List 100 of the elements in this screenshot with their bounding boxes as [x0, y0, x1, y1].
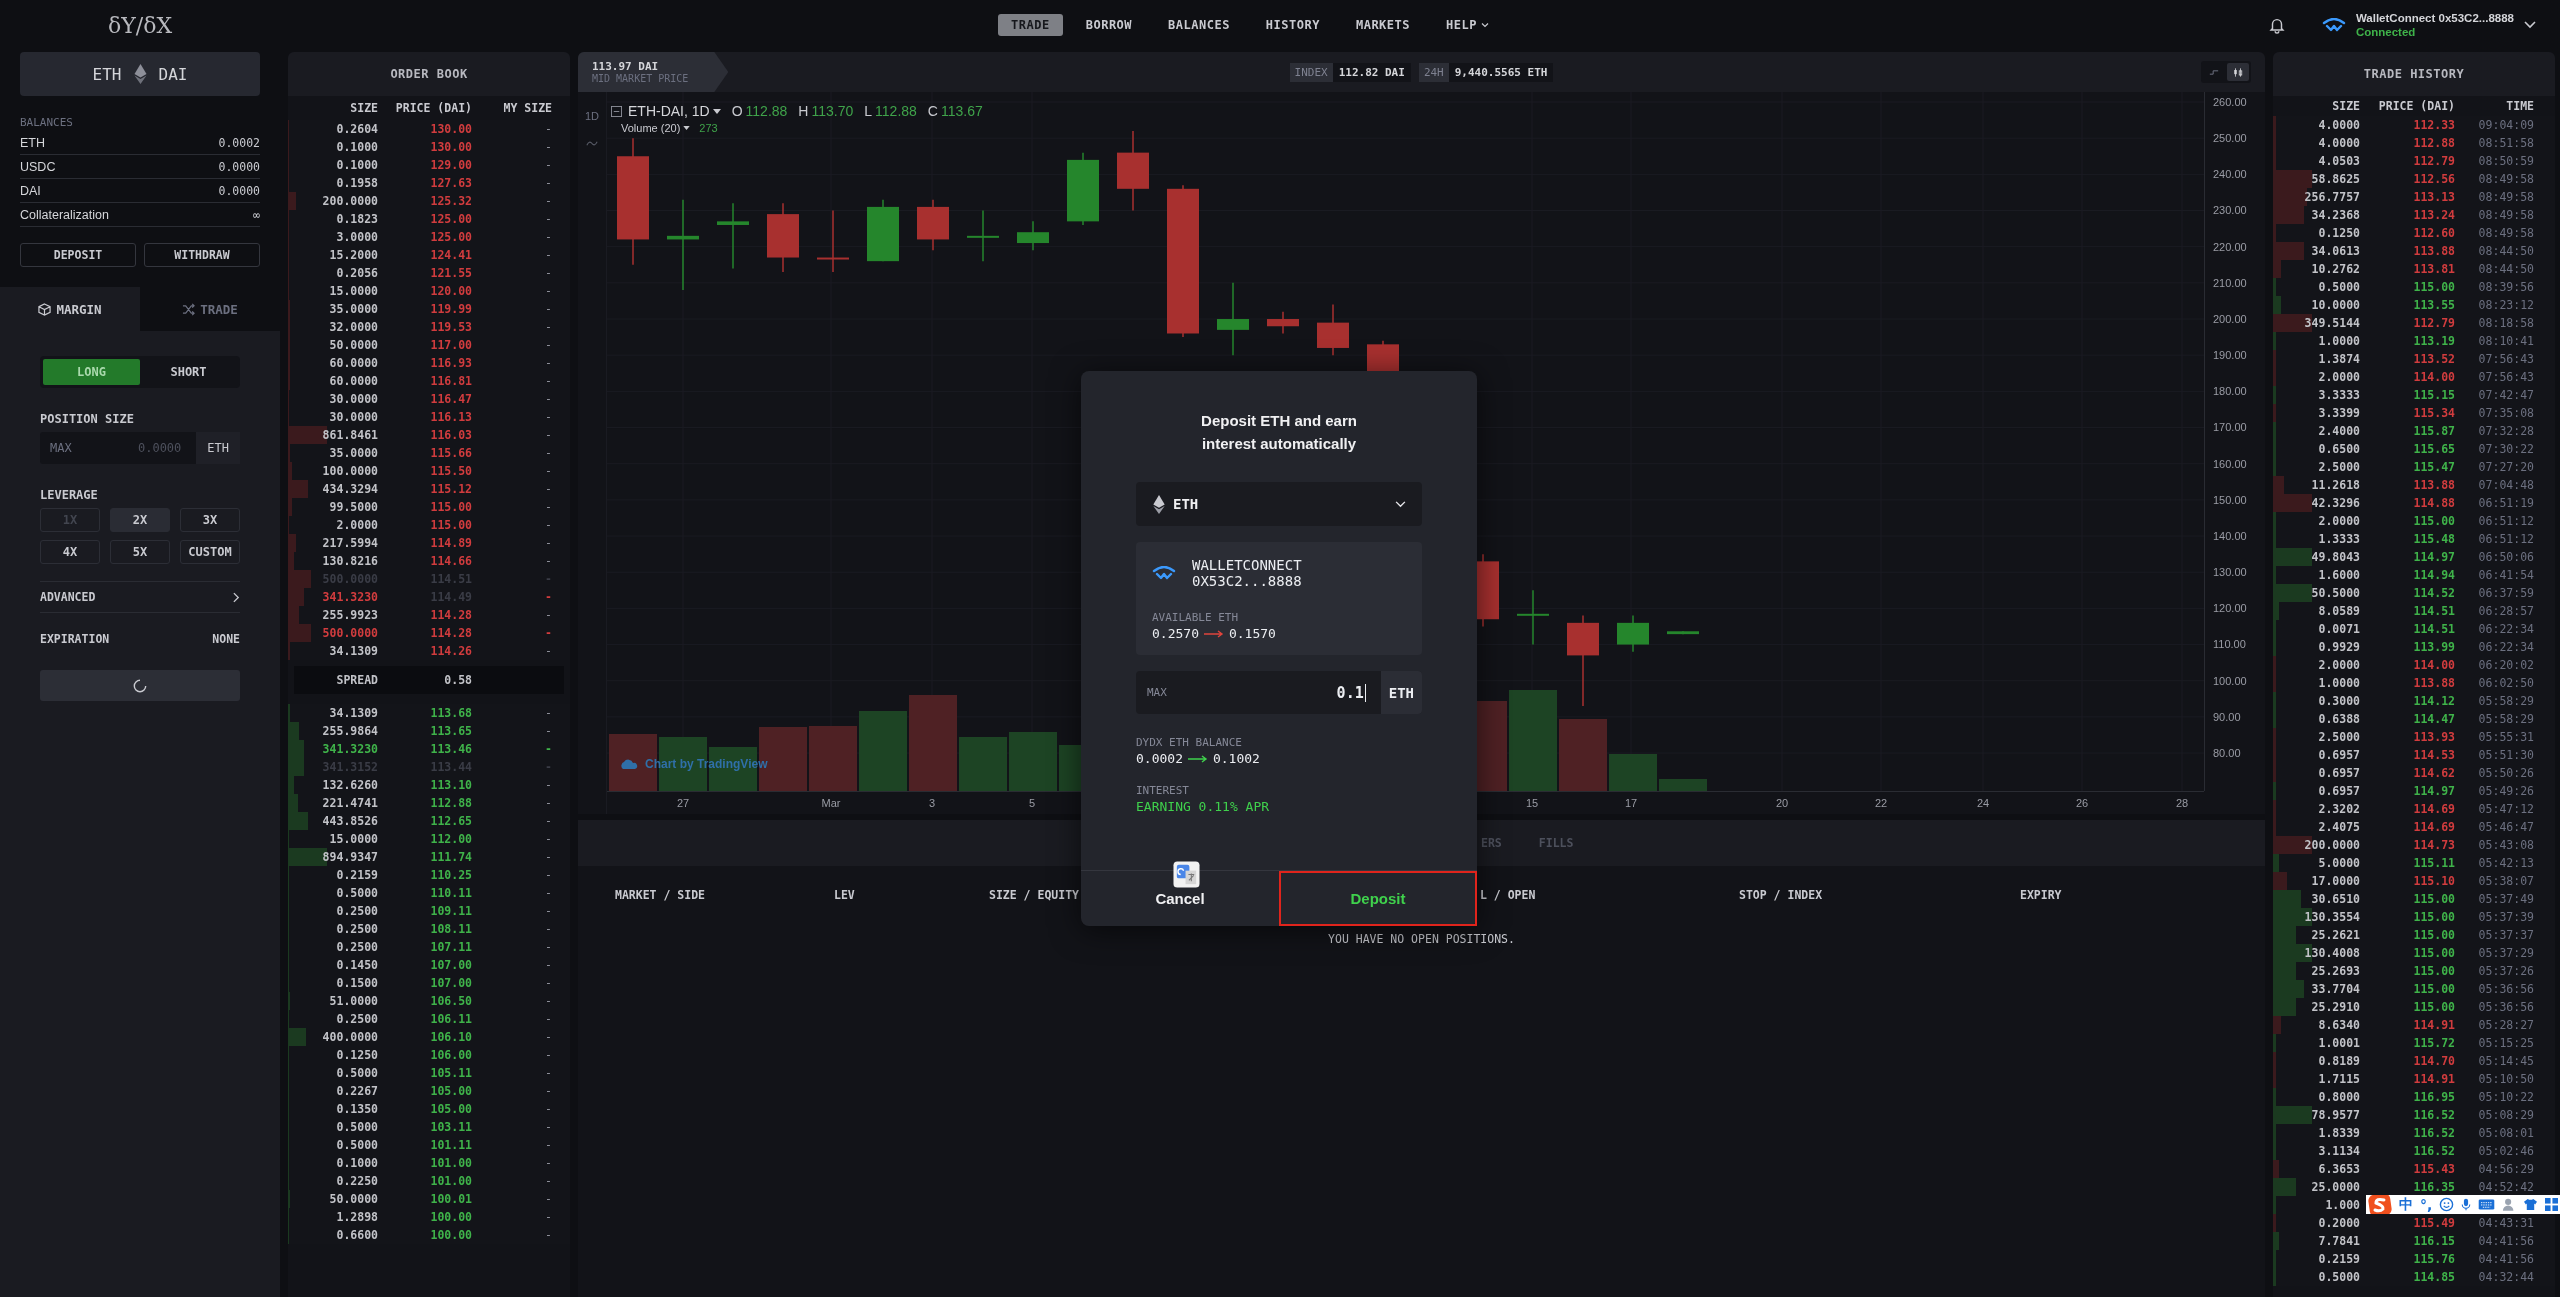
my-size: -: [544, 831, 552, 848]
trade-time: 07:35:08: [2477, 405, 2534, 422]
balance-button[interactable]: DEPOSIT: [20, 243, 136, 267]
deposit-button[interactable]: Deposit: [1279, 871, 1477, 926]
my-size: -: [544, 625, 552, 642]
my-size: -: [544, 193, 552, 210]
trade-price: 112.79: [2412, 153, 2455, 170]
asset-select[interactable]: ETH: [1136, 482, 1422, 526]
nav-link[interactable]: HISTORY: [1252, 14, 1333, 36]
trade-size: 25.2693: [2310, 963, 2360, 980]
trade-size: 8.6340: [2317, 1017, 2360, 1034]
leverage-option[interactable]: 4X: [40, 540, 100, 564]
max-label[interactable]: MAX: [1136, 686, 1337, 699]
shuffle-icon[interactable]: [182, 302, 196, 316]
shirt-icon[interactable]: [2523, 1198, 2539, 1211]
amount-field[interactable]: MAX 0.1 ETH: [1136, 671, 1422, 714]
punctuation-label[interactable]: °,: [2420, 1196, 2433, 1213]
nav-link[interactable]: MARKETS: [1342, 14, 1423, 36]
keyboard-icon[interactable]: [2478, 1199, 2496, 1210]
order-price: 100.00: [429, 1209, 472, 1226]
trade-price: 114.51: [2412, 621, 2455, 638]
mode-tab[interactable]: MARGIN: [0, 287, 140, 331]
leverage-option[interactable]: CUSTOM: [180, 540, 240, 564]
order-size: 0.5000: [335, 1137, 378, 1154]
order-size: 50.0000: [328, 337, 378, 354]
trade-price: 115.00: [2412, 999, 2455, 1016]
leverage-option[interactable]: 3X: [180, 508, 240, 532]
caret-icon[interactable]: [1480, 21, 1489, 29]
trade-price: 114.52: [2412, 585, 2455, 602]
order-price: 105.00: [429, 1101, 472, 1118]
trade-time: 05:10:22: [2477, 1089, 2534, 1106]
interest-value: EARNING 0.11% APR: [1136, 799, 1271, 814]
interval-button[interactable]: 1D: [584, 110, 600, 122]
trade-time: 05:02:46: [2477, 1143, 2534, 1160]
trade-price: 112.60: [2412, 225, 2455, 242]
logo-icon[interactable]: [2368, 1195, 2392, 1214]
collapse-icon[interactable]: [611, 105, 622, 117]
order-size: 50.0000: [328, 1191, 378, 1208]
grid-icon[interactable]: [2545, 1198, 2559, 1211]
logo[interactable]: δY/δX: [107, 12, 173, 38]
wave-icon[interactable]: [586, 140, 598, 147]
symbol-label[interactable]: ETH-DAI, 1D: [628, 103, 710, 119]
volume-label[interactable]: Volume (20): [621, 122, 681, 134]
order-size: 0.2159: [335, 867, 378, 884]
chevron-down-icon: [2524, 21, 2536, 29]
nav-link[interactable]: HELP: [1433, 14, 1502, 36]
y-axis-label: 230.00: [2213, 203, 2248, 218]
leverage-option[interactable]: 2X: [110, 508, 170, 532]
advanced-label[interactable]: ADVANCED: [40, 590, 96, 604]
my-size: -: [544, 741, 552, 758]
expiration-value[interactable]: NONE: [212, 632, 240, 646]
order-size: 15.2000: [328, 247, 378, 264]
microphone-icon[interactable]: [2461, 1197, 2472, 1212]
translate-icon[interactable]: [1173, 861, 1200, 888]
size-field[interactable]: MAX 0.0000 ETH: [40, 432, 240, 464]
nav-link[interactable]: BORROW: [1072, 14, 1146, 36]
input-mode-label[interactable]: 中: [2399, 1195, 2413, 1214]
order-size: 32.0000: [328, 319, 378, 336]
leverage-option[interactable]: 5X: [110, 540, 170, 564]
trade-price: 115.65: [2412, 441, 2455, 458]
my-size: -: [544, 723, 552, 740]
amount-value[interactable]: 0.1: [1336, 683, 1364, 702]
trade-time: 05:42:13: [2477, 855, 2534, 872]
trade-time: 08:44:50: [2477, 261, 2534, 278]
nav-link[interactable]: BALANCES: [1155, 14, 1243, 36]
order-size: 35.0000: [328, 445, 378, 462]
cube-icon[interactable]: [38, 302, 52, 316]
nav-link[interactable]: TRADE: [998, 14, 1063, 36]
trade-price: 114.53: [2412, 747, 2455, 764]
market-selector[interactable]: ETH DAI: [20, 52, 260, 96]
order-size: 0.6600: [335, 1227, 378, 1244]
x-axis-label: 27: [676, 797, 690, 809]
side-toggle[interactable]: SHORT: [140, 359, 237, 385]
max-label[interactable]: MAX: [40, 441, 72, 455]
wallet-menu[interactable]: WalletConnect 0x53C2...8888 Connected: [2321, 11, 2536, 39]
order-size: 0.2500: [335, 939, 378, 956]
column-header: SIZE: [349, 101, 378, 115]
trade-price: 114.97: [2412, 783, 2455, 800]
trade-size: 0.3000: [2317, 693, 2360, 710]
trade-size: 130.3554: [2303, 909, 2360, 926]
caret-icon[interactable]: [683, 126, 691, 130]
balance-button[interactable]: WITHDRAW: [144, 243, 260, 267]
cancel-button[interactable]: Cancel: [1081, 871, 1279, 926]
bell-icon[interactable]: [2267, 16, 2286, 34]
trade-size: 1.3874: [2317, 351, 2360, 368]
trade-size: 42.3296: [2310, 495, 2360, 512]
my-size: -: [544, 759, 552, 776]
smiley-icon[interactable]: [2439, 1197, 2455, 1212]
candle: [1667, 630, 1699, 635]
candle-chart-toggle[interactable]: [2227, 63, 2249, 81]
trade-size: 34.2368: [2310, 207, 2360, 224]
candle: [817, 209, 849, 273]
caret-icon[interactable]: [712, 108, 721, 114]
chevron-right-icon[interactable]: [233, 591, 240, 603]
trade-size: 2.0000: [2317, 513, 2360, 530]
trade-size: 33.7704: [2310, 981, 2360, 998]
order-size: 400.0000: [321, 1029, 378, 1046]
trade-time: 08:49:58: [2477, 171, 2534, 188]
trade-time: 04:41:56: [2477, 1233, 2534, 1250]
trade-size: 2.5000: [2317, 459, 2360, 476]
